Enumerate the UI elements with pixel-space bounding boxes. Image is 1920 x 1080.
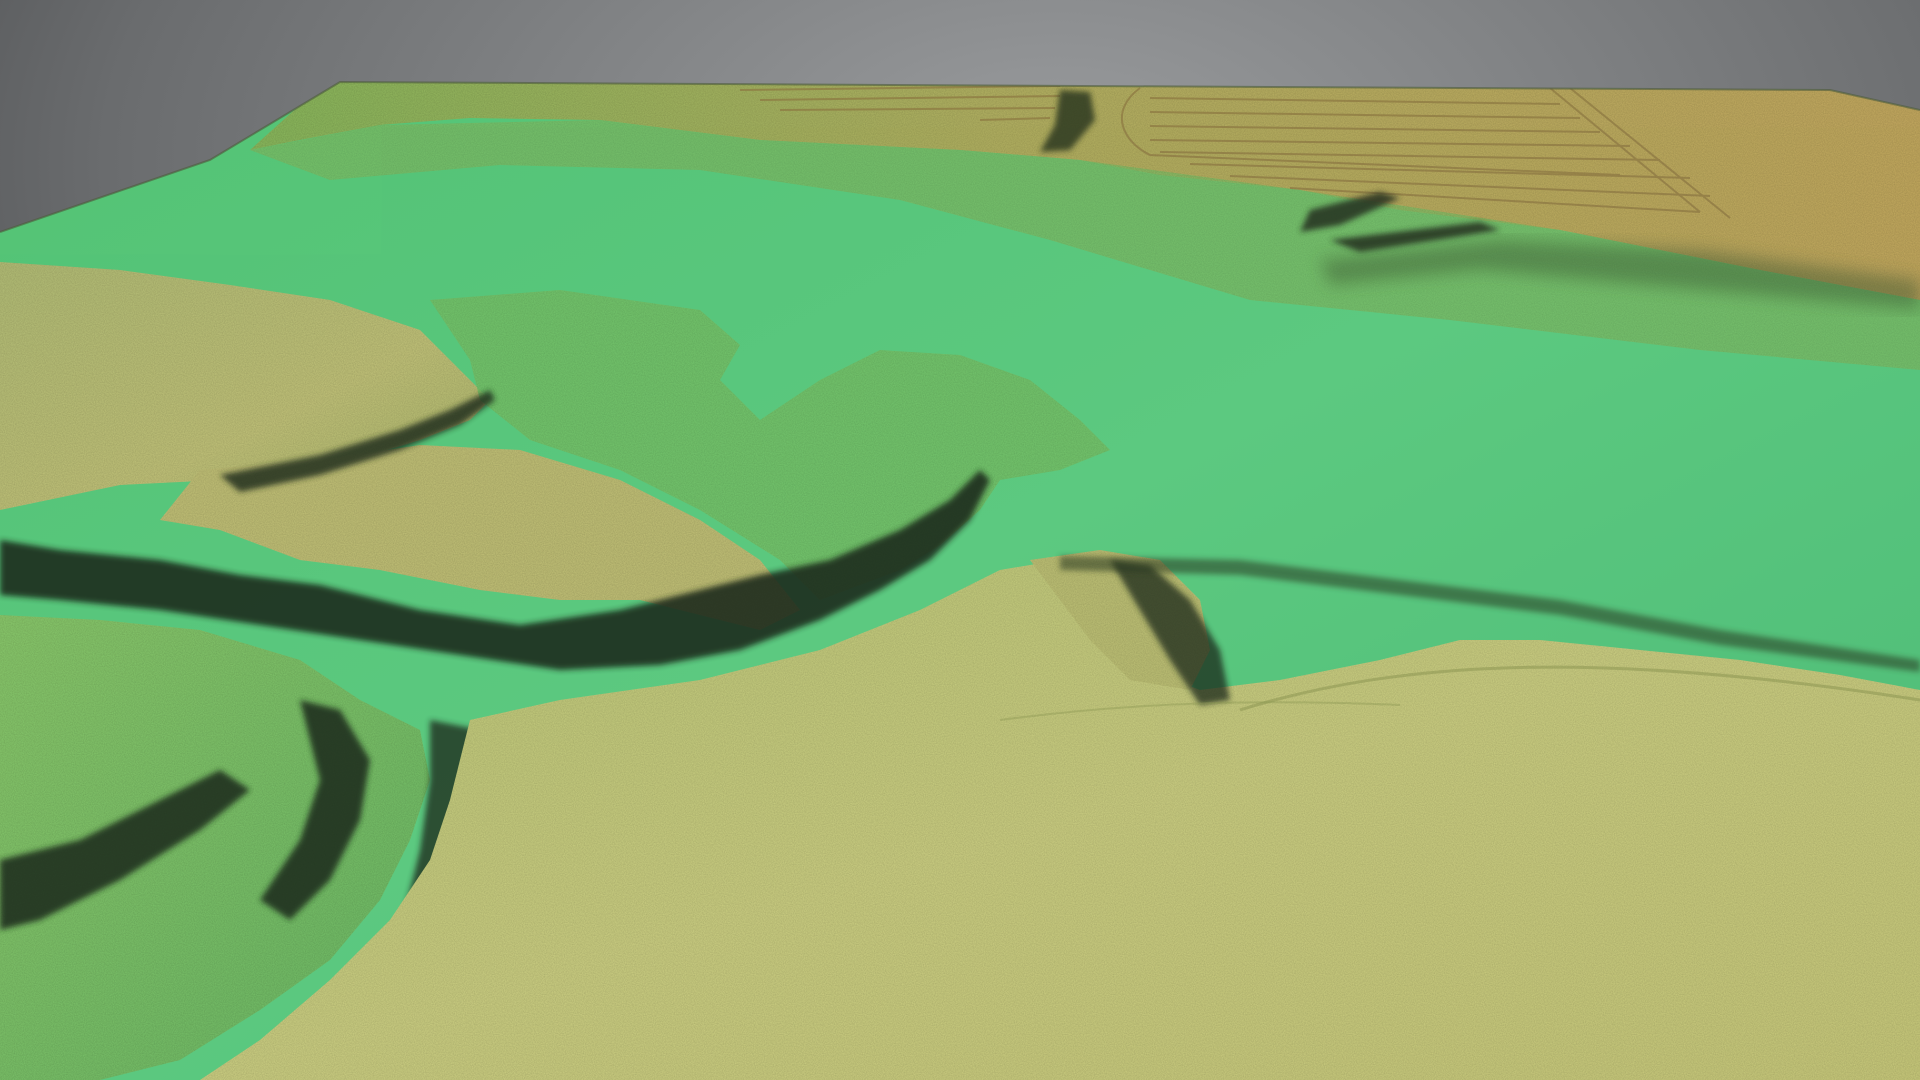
terrain-surface xyxy=(0,60,1920,1080)
terrain-texture xyxy=(0,60,1920,1080)
terrain-scene xyxy=(0,0,1920,1080)
terrain-viewport[interactable] xyxy=(0,0,1920,1080)
